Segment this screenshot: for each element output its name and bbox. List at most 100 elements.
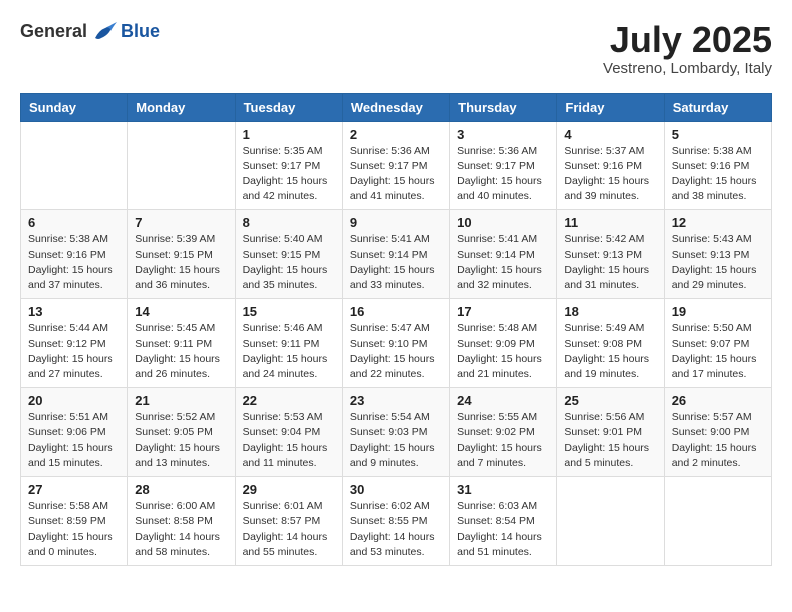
day-info: Sunrise: 5:48 AM Sunset: 9:09 PM Dayligh… bbox=[457, 321, 549, 382]
calendar-header-friday: Friday bbox=[557, 93, 664, 121]
calendar-cell: 27 Sunrise: 5:58 AM Sunset: 8:59 PM Dayli… bbox=[21, 477, 128, 566]
day-number: 10 bbox=[457, 215, 549, 230]
day-info: Sunrise: 5:38 AM Sunset: 9:16 PM Dayligh… bbox=[672, 144, 764, 205]
calendar-cell: 9Sunrise: 5:41 AM Sunset: 9:14 PM Daylig… bbox=[342, 210, 449, 299]
day-info: Sunrise: 5:49 AM Sunset: 9:08 PM Dayligh… bbox=[564, 321, 656, 382]
day-info: Sunrise: 5:54 AM Sunset: 9:03 PM Dayligh… bbox=[350, 410, 442, 471]
day-info: Sunrise: 5:43 AM Sunset: 9:13 PM Dayligh… bbox=[672, 232, 764, 293]
day-number: 12 bbox=[672, 215, 764, 230]
day-number: 11 bbox=[564, 215, 656, 230]
calendar-cell: 12 Sunrise: 5:43 AM Sunset: 9:13 PM Dayli… bbox=[664, 210, 771, 299]
calendar-week-2: 6 Sunrise: 5:38 AM Sunset: 9:16 PM Daylig… bbox=[21, 210, 772, 299]
calendar-cell: 4 Sunrise: 5:37 AM Sunset: 9:16 PM Daylig… bbox=[557, 121, 664, 210]
calendar-cell: 20Sunrise: 5:51 AM Sunset: 9:06 PM Dayli… bbox=[21, 388, 128, 477]
calendar-cell: 21 Sunrise: 5:52 AM Sunset: 9:05 PM Dayli… bbox=[128, 388, 235, 477]
calendar-cell: 28Sunrise: 6:00 AM Sunset: 8:58 PM Dayli… bbox=[128, 477, 235, 566]
day-number: 7 bbox=[135, 215, 227, 230]
day-number: 18 bbox=[564, 304, 656, 319]
calendar-cell: 3Sunrise: 5:36 AM Sunset: 9:17 PM Daylig… bbox=[450, 121, 557, 210]
day-info: Sunrise: 5:41 AM Sunset: 9:14 PM Dayligh… bbox=[350, 232, 442, 293]
logo: General Blue bbox=[20, 20, 160, 42]
day-info: Sunrise: 5:39 AM Sunset: 9:15 PM Dayligh… bbox=[135, 232, 227, 293]
day-info: Sunrise: 5:55 AM Sunset: 9:02 PM Dayligh… bbox=[457, 410, 549, 471]
day-number: 21 bbox=[135, 393, 227, 408]
calendar-cell: 17 Sunrise: 5:48 AM Sunset: 9:09 PM Dayli… bbox=[450, 299, 557, 388]
calendar-cell: 15 Sunrise: 5:46 AM Sunset: 9:11 PM Dayli… bbox=[235, 299, 342, 388]
day-number: 28 bbox=[135, 482, 227, 497]
calendar-cell: 31Sunrise: 6:03 AM Sunset: 8:54 PM Dayli… bbox=[450, 477, 557, 566]
calendar-cell: 18 Sunrise: 5:49 AM Sunset: 9:08 PM Dayli… bbox=[557, 299, 664, 388]
day-info: Sunrise: 5:41 AM Sunset: 9:14 PM Dayligh… bbox=[457, 232, 549, 293]
calendar-header-sunday: Sunday bbox=[21, 93, 128, 121]
calendar-cell: 25 Sunrise: 5:56 AM Sunset: 9:01 PM Dayli… bbox=[557, 388, 664, 477]
day-number: 22 bbox=[243, 393, 335, 408]
calendar-cell: 6 Sunrise: 5:38 AM Sunset: 9:16 PM Daylig… bbox=[21, 210, 128, 299]
day-info: Sunrise: 5:44 AM Sunset: 9:12 PM Dayligh… bbox=[28, 321, 120, 382]
calendar-cell: 30 Sunrise: 6:02 AM Sunset: 8:55 PM Dayli… bbox=[342, 477, 449, 566]
day-info: Sunrise: 5:57 AM Sunset: 9:00 PM Dayligh… bbox=[672, 410, 764, 471]
calendar-week-3: 13 Sunrise: 5:44 AM Sunset: 9:12 PM Dayli… bbox=[21, 299, 772, 388]
calendar-cell: 14 Sunrise: 5:45 AM Sunset: 9:11 PM Dayli… bbox=[128, 299, 235, 388]
day-number: 30 bbox=[350, 482, 442, 497]
calendar-cell: 11 Sunrise: 5:42 AM Sunset: 9:13 PM Dayli… bbox=[557, 210, 664, 299]
location-subtitle: Vestreno, Lombardy, Italy bbox=[603, 60, 772, 77]
day-info: Sunrise: 5:37 AM Sunset: 9:16 PM Dayligh… bbox=[564, 144, 656, 205]
calendar-cell: 22 Sunrise: 5:53 AM Sunset: 9:04 PM Dayli… bbox=[235, 388, 342, 477]
logo-general-text: General bbox=[20, 21, 87, 42]
calendar-cell bbox=[21, 121, 128, 210]
calendar-cell: 23 Sunrise: 5:54 AM Sunset: 9:03 PM Dayli… bbox=[342, 388, 449, 477]
calendar-cell: 24 Sunrise: 5:55 AM Sunset: 9:02 PM Dayli… bbox=[450, 388, 557, 477]
calendar-cell: 19 Sunrise: 5:50 AM Sunset: 9:07 PM Dayli… bbox=[664, 299, 771, 388]
day-info: Sunrise: 5:53 AM Sunset: 9:04 PM Dayligh… bbox=[243, 410, 335, 471]
month-title: July 2025 bbox=[603, 20, 772, 60]
day-number: 20 bbox=[28, 393, 120, 408]
logo-bird-icon bbox=[91, 20, 119, 42]
page-header: General Blue July 2025 Vestreno, Lombard… bbox=[20, 20, 772, 77]
day-number: 25 bbox=[564, 393, 656, 408]
day-info: Sunrise: 6:03 AM Sunset: 8:54 PM Dayligh… bbox=[457, 499, 549, 560]
calendar-cell: 8Sunrise: 5:40 AM Sunset: 9:15 PM Daylig… bbox=[235, 210, 342, 299]
calendar-header-tuesday: Tuesday bbox=[235, 93, 342, 121]
day-info: Sunrise: 5:40 AM Sunset: 9:15 PM Dayligh… bbox=[243, 232, 335, 293]
day-number: 4 bbox=[564, 127, 656, 142]
calendar-header-row: SundayMondayTuesdayWednesdayThursdayFrid… bbox=[21, 93, 772, 121]
day-number: 6 bbox=[28, 215, 120, 230]
day-number: 15 bbox=[243, 304, 335, 319]
day-number: 27 bbox=[28, 482, 120, 497]
day-number: 23 bbox=[350, 393, 442, 408]
calendar-header-monday: Monday bbox=[128, 93, 235, 121]
day-info: Sunrise: 5:58 AM Sunset: 8:59 PM Dayligh… bbox=[28, 499, 120, 560]
calendar-cell: 13 Sunrise: 5:44 AM Sunset: 9:12 PM Dayli… bbox=[21, 299, 128, 388]
day-info: Sunrise: 5:50 AM Sunset: 9:07 PM Dayligh… bbox=[672, 321, 764, 382]
day-info: Sunrise: 5:35 AM Sunset: 9:17 PM Dayligh… bbox=[243, 144, 335, 205]
day-number: 19 bbox=[672, 304, 764, 319]
day-number: 13 bbox=[28, 304, 120, 319]
calendar-header-thursday: Thursday bbox=[450, 93, 557, 121]
calendar-cell: 10 Sunrise: 5:41 AM Sunset: 9:14 PM Dayli… bbox=[450, 210, 557, 299]
calendar-week-5: 27 Sunrise: 5:58 AM Sunset: 8:59 PM Dayli… bbox=[21, 477, 772, 566]
calendar-week-1: 1 Sunrise: 5:35 AM Sunset: 9:17 PM Daylig… bbox=[21, 121, 772, 210]
calendar-cell bbox=[128, 121, 235, 210]
day-info: Sunrise: 5:45 AM Sunset: 9:11 PM Dayligh… bbox=[135, 321, 227, 382]
day-info: Sunrise: 5:38 AM Sunset: 9:16 PM Dayligh… bbox=[28, 232, 120, 293]
day-number: 14 bbox=[135, 304, 227, 319]
day-number: 1 bbox=[243, 127, 335, 142]
day-number: 2 bbox=[350, 127, 442, 142]
calendar-cell bbox=[664, 477, 771, 566]
day-info: Sunrise: 5:46 AM Sunset: 9:11 PM Dayligh… bbox=[243, 321, 335, 382]
day-info: Sunrise: 6:02 AM Sunset: 8:55 PM Dayligh… bbox=[350, 499, 442, 560]
day-number: 29 bbox=[243, 482, 335, 497]
calendar-cell: 5 Sunrise: 5:38 AM Sunset: 9:16 PM Daylig… bbox=[664, 121, 771, 210]
day-number: 17 bbox=[457, 304, 549, 319]
calendar-table: SundayMondayTuesdayWednesdayThursdayFrid… bbox=[20, 93, 772, 566]
day-info: Sunrise: 5:56 AM Sunset: 9:01 PM Dayligh… bbox=[564, 410, 656, 471]
day-info: Sunrise: 5:36 AM Sunset: 9:17 PM Dayligh… bbox=[457, 144, 549, 205]
calendar-cell: 16Sunrise: 5:47 AM Sunset: 9:10 PM Dayli… bbox=[342, 299, 449, 388]
day-number: 5 bbox=[672, 127, 764, 142]
day-number: 26 bbox=[672, 393, 764, 408]
day-info: Sunrise: 5:42 AM Sunset: 9:13 PM Dayligh… bbox=[564, 232, 656, 293]
day-number: 24 bbox=[457, 393, 549, 408]
day-info: Sunrise: 5:52 AM Sunset: 9:05 PM Dayligh… bbox=[135, 410, 227, 471]
calendar-header-wednesday: Wednesday bbox=[342, 93, 449, 121]
calendar-header-saturday: Saturday bbox=[664, 93, 771, 121]
